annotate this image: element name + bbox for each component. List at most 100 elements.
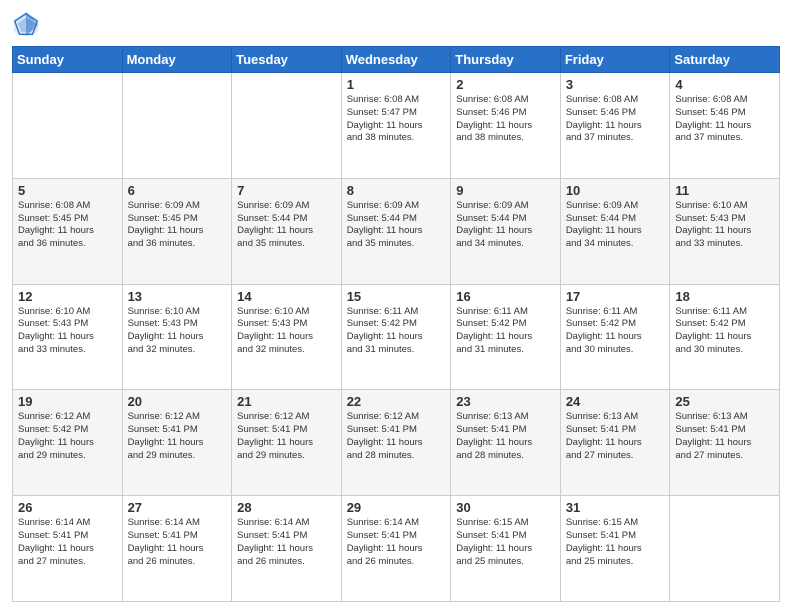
week-row-3: 19 Sunrise: 6:12 AM Sunset: 5:42 PM Dayli…: [13, 390, 780, 496]
day-info: Sunrise: 6:13 AM Sunset: 5:41 PM Dayligh…: [456, 411, 555, 462]
calendar-cell: 3 Sunrise: 6:08 AM Sunset: 5:46 PM Daylig…: [560, 73, 670, 179]
day-info: Sunrise: 6:09 AM Sunset: 5:44 PM Dayligh…: [347, 200, 446, 251]
calendar-cell: [13, 73, 123, 179]
day-number: 12: [18, 289, 117, 304]
day-number: 21: [237, 394, 336, 409]
col-header-sunday: Sunday: [13, 47, 123, 73]
day-info: Sunrise: 6:11 AM Sunset: 5:42 PM Dayligh…: [347, 306, 446, 357]
day-info: Sunrise: 6:15 AM Sunset: 5:41 PM Dayligh…: [566, 517, 665, 568]
calendar-cell: 23Sunrise: 6:13 AM Sunset: 5:41 PM Dayli…: [451, 390, 561, 496]
col-header-saturday: Saturday: [670, 47, 780, 73]
day-number: 18: [675, 289, 774, 304]
week-row-2: 12 Sunrise: 6:10 AM Sunset: 5:43 PM Dayli…: [13, 284, 780, 390]
day-number: 3: [566, 77, 665, 92]
calendar-cell: 31 Sunrise: 6:15 AM Sunset: 5:41 PM Dayli…: [560, 496, 670, 602]
col-header-monday: Monday: [122, 47, 232, 73]
day-info: Sunrise: 6:13 AM Sunset: 5:41 PM Dayligh…: [675, 411, 774, 462]
day-number: 25: [675, 394, 774, 409]
col-header-wednesday: Wednesday: [341, 47, 451, 73]
calendar-cell: 22 Sunrise: 6:12 AM Sunset: 5:41 PM Dayli…: [341, 390, 451, 496]
calendar-cell: [122, 73, 232, 179]
day-info: Sunrise: 6:11 AM Sunset: 5:42 PM Dayligh…: [675, 306, 774, 357]
day-info: Sunrise: 6:10 AM Sunset: 5:43 PM Dayligh…: [675, 200, 774, 251]
day-number: 27: [128, 500, 227, 515]
day-number: 10: [566, 183, 665, 198]
day-number: 31: [566, 500, 665, 515]
calendar-cell: 6Sunrise: 6:09 AM Sunset: 5:45 PM Daylig…: [122, 178, 232, 284]
calendar-cell: 27 Sunrise: 6:14 AM Sunset: 5:41 PM Dayli…: [122, 496, 232, 602]
day-info: Sunrise: 6:09 AM Sunset: 5:44 PM Dayligh…: [456, 200, 555, 251]
calendar-cell: [232, 73, 342, 179]
day-number: 28: [237, 500, 336, 515]
day-number: 11: [675, 183, 774, 198]
day-number: 15: [347, 289, 446, 304]
calendar-cell: 18 Sunrise: 6:11 AM Sunset: 5:42 PM Dayli…: [670, 284, 780, 390]
logo: [12, 10, 44, 38]
day-info: Sunrise: 6:14 AM Sunset: 5:41 PM Dayligh…: [128, 517, 227, 568]
header-row: SundayMondayTuesdayWednesdayThursdayFrid…: [13, 47, 780, 73]
calendar-cell: 25 Sunrise: 6:13 AM Sunset: 5:41 PM Dayli…: [670, 390, 780, 496]
col-header-thursday: Thursday: [451, 47, 561, 73]
week-row-4: 26 Sunrise: 6:14 AM Sunset: 5:41 PM Dayli…: [13, 496, 780, 602]
day-info: Sunrise: 6:08 AM Sunset: 5:46 PM Dayligh…: [566, 94, 665, 145]
day-info: Sunrise: 6:08 AM Sunset: 5:46 PM Dayligh…: [456, 94, 555, 145]
day-info: Sunrise: 6:11 AM Sunset: 5:42 PM Dayligh…: [456, 306, 555, 357]
day-info: Sunrise: 6:12 AM Sunset: 5:41 PM Dayligh…: [347, 411, 446, 462]
col-header-friday: Friday: [560, 47, 670, 73]
calendar-cell: 4 Sunrise: 6:08 AM Sunset: 5:46 PM Daylig…: [670, 73, 780, 179]
day-number: 4: [675, 77, 774, 92]
day-number: 14: [237, 289, 336, 304]
calendar-cell: 29 Sunrise: 6:14 AM Sunset: 5:41 PM Dayli…: [341, 496, 451, 602]
calendar-cell: 8Sunrise: 6:09 AM Sunset: 5:44 PM Daylig…: [341, 178, 451, 284]
day-info: Sunrise: 6:10 AM Sunset: 5:43 PM Dayligh…: [18, 306, 117, 357]
calendar-cell: 5Sunrise: 6:08 AM Sunset: 5:45 PM Daylig…: [13, 178, 123, 284]
calendar-cell: 1Sunrise: 6:08 AM Sunset: 5:47 PM Daylig…: [341, 73, 451, 179]
calendar-cell: 9 Sunrise: 6:09 AM Sunset: 5:44 PM Daylig…: [451, 178, 561, 284]
calendar-cell: 16 Sunrise: 6:11 AM Sunset: 5:42 PM Dayli…: [451, 284, 561, 390]
day-info: Sunrise: 6:08 AM Sunset: 5:47 PM Dayligh…: [347, 94, 446, 145]
calendar-cell: 11 Sunrise: 6:10 AM Sunset: 5:43 PM Dayli…: [670, 178, 780, 284]
calendar-cell: 7 Sunrise: 6:09 AM Sunset: 5:44 PM Daylig…: [232, 178, 342, 284]
calendar-cell: 17 Sunrise: 6:11 AM Sunset: 5:42 PM Dayli…: [560, 284, 670, 390]
day-info: Sunrise: 6:09 AM Sunset: 5:44 PM Dayligh…: [566, 200, 665, 251]
calendar-cell: 24Sunrise: 6:13 AM Sunset: 5:41 PM Dayli…: [560, 390, 670, 496]
day-info: Sunrise: 6:11 AM Sunset: 5:42 PM Dayligh…: [566, 306, 665, 357]
day-number: 2: [456, 77, 555, 92]
day-number: 9: [456, 183, 555, 198]
day-number: 22: [347, 394, 446, 409]
day-info: Sunrise: 6:15 AM Sunset: 5:41 PM Dayligh…: [456, 517, 555, 568]
day-number: 13: [128, 289, 227, 304]
calendar-cell: 26Sunrise: 6:14 AM Sunset: 5:41 PM Dayli…: [13, 496, 123, 602]
day-info: Sunrise: 6:12 AM Sunset: 5:41 PM Dayligh…: [237, 411, 336, 462]
day-number: 6: [128, 183, 227, 198]
calendar-cell: [670, 496, 780, 602]
day-info: Sunrise: 6:14 AM Sunset: 5:41 PM Dayligh…: [237, 517, 336, 568]
day-number: 7: [237, 183, 336, 198]
calendar-cell: 19 Sunrise: 6:12 AM Sunset: 5:42 PM Dayli…: [13, 390, 123, 496]
calendar-cell: 15 Sunrise: 6:11 AM Sunset: 5:42 PM Dayli…: [341, 284, 451, 390]
calendar-cell: 10 Sunrise: 6:09 AM Sunset: 5:44 PM Dayli…: [560, 178, 670, 284]
day-info: Sunrise: 6:12 AM Sunset: 5:42 PM Dayligh…: [18, 411, 117, 462]
calendar-cell: 28 Sunrise: 6:14 AM Sunset: 5:41 PM Dayli…: [232, 496, 342, 602]
day-info: Sunrise: 6:08 AM Sunset: 5:46 PM Dayligh…: [675, 94, 774, 145]
day-info: Sunrise: 6:09 AM Sunset: 5:44 PM Dayligh…: [237, 200, 336, 251]
logo-icon: [12, 10, 40, 38]
calendar-cell: 14Sunrise: 6:10 AM Sunset: 5:43 PM Dayli…: [232, 284, 342, 390]
day-info: Sunrise: 6:13 AM Sunset: 5:41 PM Dayligh…: [566, 411, 665, 462]
week-row-1: 5Sunrise: 6:08 AM Sunset: 5:45 PM Daylig…: [13, 178, 780, 284]
main-container: SundayMondayTuesdayWednesdayThursdayFrid…: [0, 0, 792, 612]
day-number: 16: [456, 289, 555, 304]
day-info: Sunrise: 6:14 AM Sunset: 5:41 PM Dayligh…: [347, 517, 446, 568]
day-number: 19: [18, 394, 117, 409]
day-number: 17: [566, 289, 665, 304]
calendar-cell: 13Sunrise: 6:10 AM Sunset: 5:43 PM Dayli…: [122, 284, 232, 390]
day-number: 26: [18, 500, 117, 515]
header: [12, 10, 780, 38]
week-row-0: 1Sunrise: 6:08 AM Sunset: 5:47 PM Daylig…: [13, 73, 780, 179]
day-number: 5: [18, 183, 117, 198]
calendar-cell: 2 Sunrise: 6:08 AM Sunset: 5:46 PM Daylig…: [451, 73, 561, 179]
day-info: Sunrise: 6:12 AM Sunset: 5:41 PM Dayligh…: [128, 411, 227, 462]
col-header-tuesday: Tuesday: [232, 47, 342, 73]
day-number: 29: [347, 500, 446, 515]
day-number: 30: [456, 500, 555, 515]
